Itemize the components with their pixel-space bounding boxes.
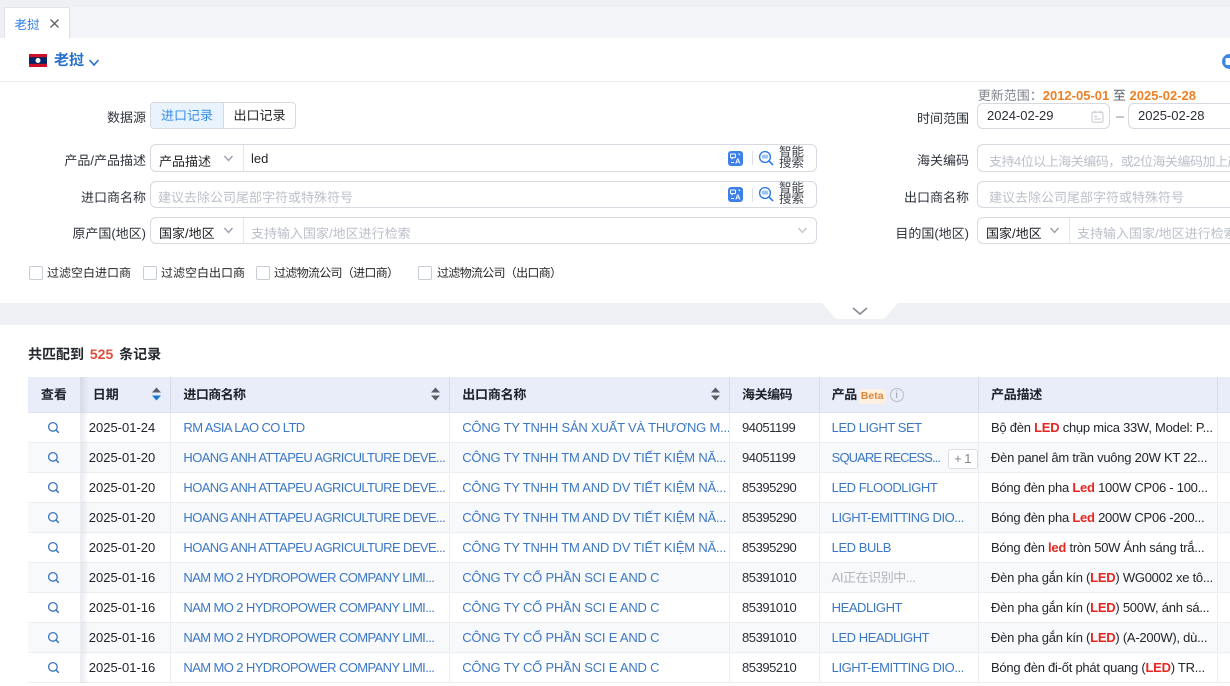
svg-text:A: A	[735, 192, 741, 201]
svg-text:A: A	[735, 156, 741, 165]
